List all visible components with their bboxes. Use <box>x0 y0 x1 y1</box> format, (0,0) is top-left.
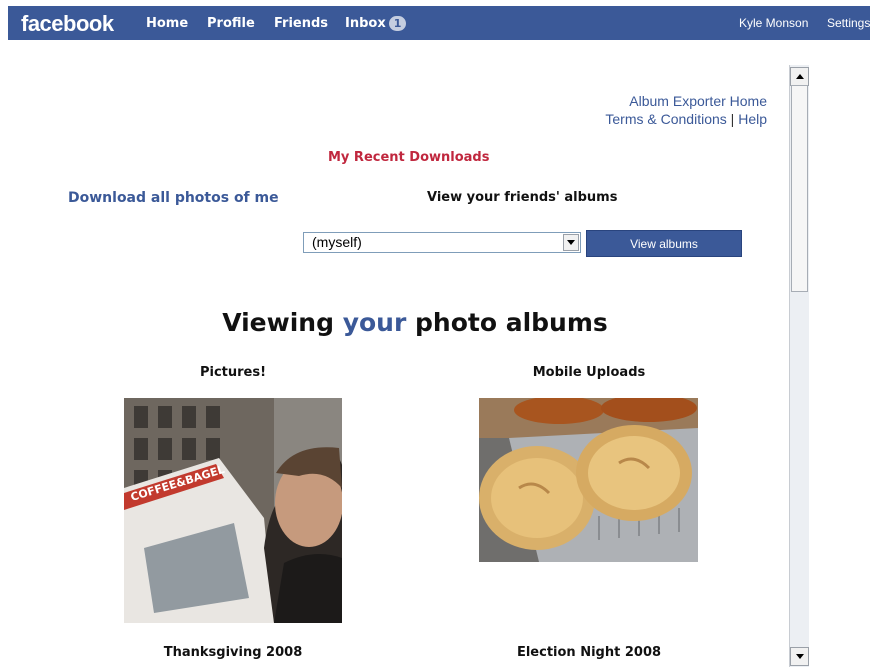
friend-select[interactable]: (myself) <box>303 232 581 253</box>
download-all-photos-link[interactable]: Download all photos of me <box>68 190 279 206</box>
user-name-link[interactable]: Kyle Monson <box>739 16 808 30</box>
vertical-scrollbar[interactable] <box>789 65 809 667</box>
scroll-down-arrow-icon[interactable] <box>790 647 809 666</box>
page-title-emphasis: your <box>342 308 407 337</box>
album-cover-pictures[interactable]: COFFEE&BAGEL <box>124 398 342 623</box>
album-cover-mobile-uploads[interactable] <box>479 398 698 562</box>
link-separator: | <box>730 111 735 127</box>
recent-downloads-link[interactable]: My Recent Downloads <box>328 150 489 165</box>
help-link[interactable]: Help <box>738 111 767 127</box>
nav-friends-link[interactable]: Friends <box>274 16 328 31</box>
nav-home-link[interactable]: Home <box>146 16 188 31</box>
friend-select-value: (myself) <box>312 234 362 250</box>
chevron-down-icon[interactable] <box>563 234 579 251</box>
inbox-label: Inbox <box>345 16 386 31</box>
facebook-logo[interactable]: facebook <box>21 11 114 37</box>
settings-link[interactable]: Settings <box>827 16 870 30</box>
nav-profile-link[interactable]: Profile <box>207 16 255 31</box>
scroll-up-arrow-icon[interactable] <box>790 67 809 86</box>
album-title-thanksgiving[interactable]: Thanksgiving 2008 <box>124 645 342 660</box>
friends-albums-heading: View your friends' albums <box>427 190 618 205</box>
album-title-election-night[interactable]: Election Night 2008 <box>470 645 708 660</box>
album-title-mobile-uploads[interactable]: Mobile Uploads <box>480 365 698 380</box>
album-title-pictures[interactable]: Pictures! <box>124 365 342 380</box>
page-title: Viewing your photo albums <box>222 308 608 337</box>
nav-inbox-link[interactable]: Inbox 1 <box>345 16 407 31</box>
app-links: Album Exporter Home Terms & Conditions |… <box>605 92 767 128</box>
scrollbar-thumb[interactable] <box>791 85 808 292</box>
top-navigation-bar: facebook Home Profile Friends Inbox 1 Kyl… <box>8 6 870 40</box>
view-albums-button[interactable]: View albums <box>586 230 742 257</box>
inbox-count-badge: 1 <box>388 16 407 31</box>
terms-link[interactable]: Terms & Conditions <box>605 111 726 127</box>
album-exporter-home-link[interactable]: Album Exporter Home <box>605 92 767 110</box>
